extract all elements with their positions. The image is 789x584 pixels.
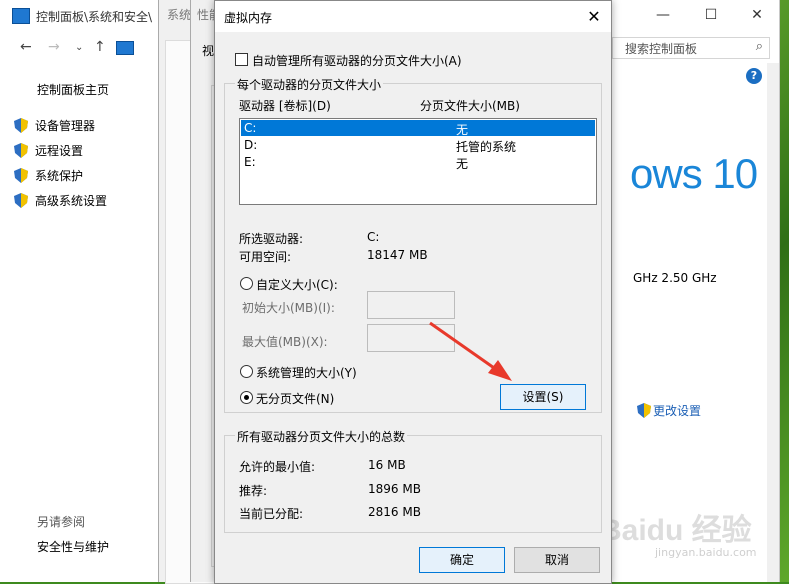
free-space-label: 可用空间: [239,250,292,264]
list-item[interactable]: D: 托管的系统 [241,137,595,154]
sidebar-item-remote[interactable]: 远程设置 [14,142,83,159]
min-allowed-value: 16 MB [368,458,406,472]
maximize-button[interactable]: ☐ [688,0,734,31]
up-arrow-icon[interactable]: ↑ [94,39,106,55]
custom-size-radio[interactable] [240,277,253,290]
monitor-icon [116,41,134,55]
initial-size-label: 初始大小(MB)(I): [242,301,335,315]
close-icon[interactable]: ✕ [577,1,611,32]
no-paging-label: 无分页文件(N) [256,392,335,406]
search-input[interactable]: 搜索控制面板 ⌕ [612,37,770,59]
breadcrumb-title: 控制面板\系统和安全\ [36,10,153,24]
tab-visual[interactable]: 视 [202,42,214,59]
shield-icon [14,193,28,208]
current-label: 当前已分配: [239,507,304,521]
custom-size-label: 自定义大小(C): [256,278,338,292]
sidebar-item-device-manager[interactable]: 设备管理器 [14,117,95,134]
free-space-value: 18147 MB [367,248,428,262]
system-managed-label: 系统管理的大小(Y) [256,366,357,380]
dialog-title: 虚拟内存 [224,11,273,25]
minimize-button[interactable]: — [640,0,686,31]
recommended-label: 推荐: [239,484,268,498]
dialog-title: 系统 [167,8,192,22]
auto-manage-checkbox[interactable] [235,53,248,66]
no-paging-radio[interactable] [240,391,253,404]
selected-drive-value: C: [367,230,380,244]
shield-icon [14,143,28,158]
search-icon: ⌕ [755,39,763,54]
recommended-value: 1896 MB [368,482,421,496]
list-item[interactable]: C: 无 [241,120,595,137]
sidebar-home-link[interactable]: 控制面板主页 [37,81,109,98]
initial-size-field[interactable] [367,291,455,319]
chevron-down-icon[interactable]: ⌄ [75,42,83,53]
sidebar-item-protection[interactable]: 系统保护 [14,167,83,184]
column-size: 分页文件大小(MB) [420,99,520,113]
set-button[interactable]: 设置(S) [500,384,586,410]
scrollbar[interactable] [767,63,779,582]
column-drive: 驱动器 [卷标](D) [239,99,331,113]
shield-icon [14,118,28,133]
list-item[interactable]: E: 无 [241,154,595,171]
max-size-field[interactable] [367,324,455,352]
forward-arrow-icon[interactable]: → [48,39,60,55]
selected-drive-label: 所选驱动器: [239,232,304,246]
current-value: 2816 MB [368,505,421,519]
windows-brand-text: ows 10 [630,150,758,197]
shield-icon [14,168,28,183]
drive-list[interactable]: C: 无 D: 托管的系统 E: 无 [239,118,597,205]
security-maintenance-link[interactable]: 安全性与维护 [37,538,109,555]
cancel-button[interactable]: 取消 [514,547,600,573]
virtual-memory-dialog: 虚拟内存 ✕ 自动管理所有驱动器的分页文件大小(A) 每个驱动器的分页文件大小 … [214,0,612,584]
close-window-button[interactable]: ✕ [734,0,780,31]
shield-icon [637,403,651,418]
min-allowed-label: 允许的最小值: [239,460,316,474]
help-icon[interactable]: ? [746,68,762,84]
processor-speed: GHz 2.50 GHz [633,271,717,285]
back-arrow-icon[interactable]: ← [20,39,32,55]
watermark-url: jingyan.baidu.com [655,546,757,559]
dialog-titlebar: 虚拟内存 ✕ [215,1,611,32]
auto-manage-label: 自动管理所有驱动器的分页文件大小(A) [252,54,462,68]
change-settings-link[interactable]: 更改设置 [637,402,701,419]
sidebar-item-advanced[interactable]: 高级系统设置 [14,192,107,209]
watermark-brand: Baidu 经验 [600,514,752,547]
see-also-heading: 另请参阅 [37,515,86,529]
computer-icon [12,8,30,24]
ok-button[interactable]: 确定 [419,547,505,573]
max-size-label: 最大值(MB)(X): [242,335,328,349]
system-managed-radio[interactable] [240,365,253,378]
total-group-title: 所有驱动器分页文件大小的总数 [235,428,408,445]
group-title: 每个驱动器的分页文件大小 [235,76,384,93]
